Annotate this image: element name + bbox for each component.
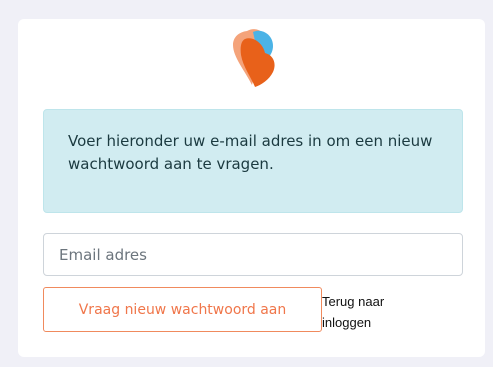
info-alert: Voer hieronder uw e-mail adres in om een… — [43, 109, 463, 213]
alert-text: Voer hieronder uw e-mail adres in om een… — [68, 132, 433, 173]
back-to-login-link[interactable]: Terug naar inloggen — [322, 291, 402, 333]
email-input[interactable] — [43, 233, 463, 276]
heart-logo-icon — [225, 27, 277, 89]
request-new-password-button[interactable]: Vraag nieuw wachtwoord aan — [43, 287, 322, 332]
